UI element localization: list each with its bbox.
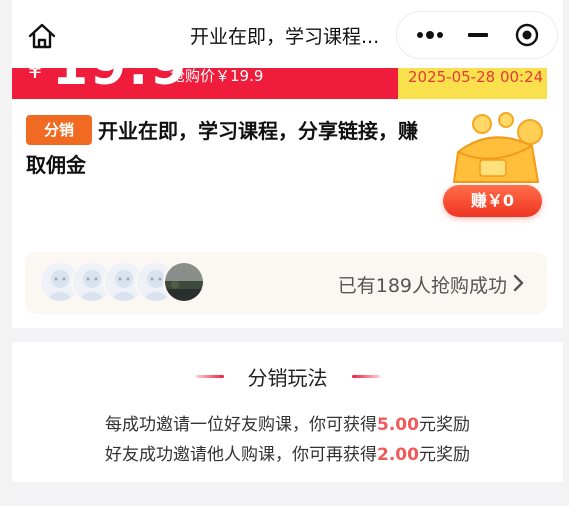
coin-illustration bbox=[434, 112, 550, 186]
earn-button[interactable]: 赚￥0 bbox=[443, 185, 542, 217]
minimize-icon bbox=[468, 33, 488, 37]
minimize-button[interactable] bbox=[465, 25, 491, 45]
close-button[interactable] bbox=[515, 23, 539, 47]
right-edge bbox=[563, 0, 569, 506]
capsule-menu bbox=[397, 12, 557, 58]
left-edge bbox=[0, 0, 12, 506]
bottom-divider bbox=[12, 482, 563, 506]
page-title: 开业在即，学习课程... bbox=[190, 26, 380, 48]
grab-price: 抢购价￥19.9 bbox=[170, 67, 264, 85]
time-text: 2025-05-28 00:24 bbox=[408, 68, 544, 86]
distribution-tag: 分销 bbox=[26, 115, 92, 145]
buyers-row[interactable]: 已有189人抢购成功 bbox=[25, 252, 547, 314]
rule-1-suffix: 元奖励 bbox=[418, 415, 470, 435]
chevron-right-icon bbox=[513, 274, 524, 292]
buyers-count-text: 已有189人抢购成功 bbox=[337, 275, 507, 297]
rule-2-amount: 2.00 bbox=[377, 445, 419, 465]
target-close-icon bbox=[515, 23, 539, 47]
section-divider bbox=[12, 328, 563, 342]
rule-line-2: 好友成功邀请他人购课，你可再获得2.00元奖励 bbox=[12, 440, 563, 465]
nav-bar: 开业在即，学习课程... bbox=[12, 0, 563, 68]
rule-2-suffix: 元奖励 bbox=[418, 445, 470, 465]
home-button[interactable] bbox=[26, 20, 58, 52]
distribution-title: 分销玩法 bbox=[247, 366, 328, 390]
rule-2-text: 好友成功邀请他人购课，你可再获得 bbox=[105, 445, 378, 465]
rule-line-1: 每成功邀请一位好友购课，你可获得5.00元奖励 bbox=[12, 410, 563, 435]
rule-1-amount: 5.00 bbox=[377, 415, 419, 435]
distribution-header: 分销玩法 bbox=[12, 358, 563, 392]
more-dots-icon bbox=[417, 31, 443, 39]
avatar-photo bbox=[165, 263, 203, 301]
more-button[interactable] bbox=[415, 25, 445, 45]
home-icon bbox=[28, 23, 56, 49]
rule-1-text: 每成功邀请一位好友购课，你可获得 bbox=[105, 415, 378, 435]
title-dash-right bbox=[352, 375, 380, 378]
